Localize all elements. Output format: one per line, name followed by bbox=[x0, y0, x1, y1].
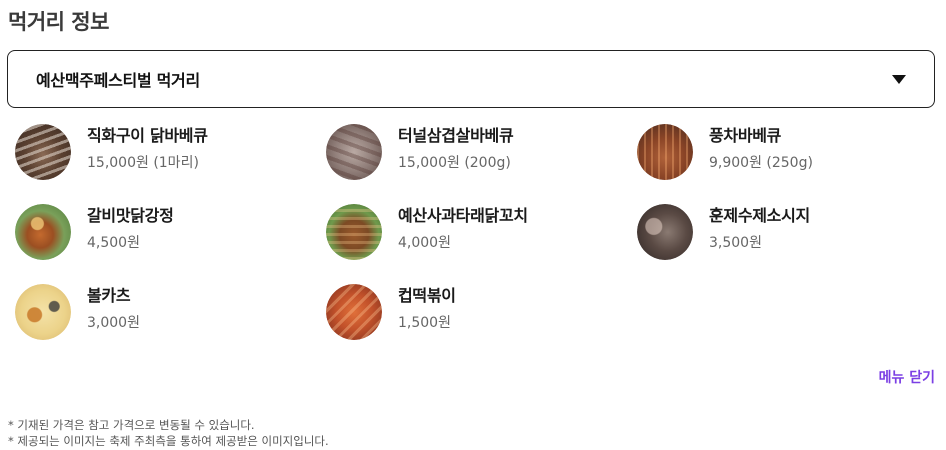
food-name: 예산사과타래닭꼬치 bbox=[398, 206, 528, 225]
food-name: 터널삼겹살바베큐 bbox=[398, 126, 514, 145]
food-thumbnail bbox=[637, 124, 693, 180]
caret-down-icon[interactable] bbox=[892, 74, 906, 84]
food-thumbnail bbox=[15, 284, 71, 340]
close-menu-button[interactable]: 메뉴 닫기 bbox=[879, 367, 935, 387]
food-price: 3,500원 bbox=[709, 235, 762, 251]
section-title: 먹거리 정보 bbox=[8, 10, 109, 34]
footnote: * 기재된 가격은 참고 가격으로 변동될 수 있습니다. bbox=[8, 418, 255, 432]
food-thumbnail bbox=[637, 204, 693, 260]
food-item[interactable]: 볼카츠 3,000원 bbox=[15, 284, 326, 364]
food-item[interactable]: 풍차바베큐 9,900원 (250g) bbox=[637, 124, 935, 204]
food-thumbnail bbox=[326, 204, 382, 260]
food-name: 볼카츠 bbox=[87, 286, 131, 305]
food-item[interactable]: 예산사과타래닭꼬치 4,000원 bbox=[326, 204, 637, 284]
footnote: * 제공되는 이미지는 축제 주최측을 통하여 제공받은 이미지입니다. bbox=[8, 434, 329, 448]
food-price: 15,000원 (1마리) bbox=[87, 155, 199, 171]
food-name: 훈제수제소시지 bbox=[709, 206, 810, 225]
food-item[interactable]: 훈제수제소시지 3,500원 bbox=[637, 204, 935, 284]
food-thumbnail bbox=[326, 284, 382, 340]
select-value: 예산맥주페스티벌 먹거리 bbox=[36, 71, 200, 90]
food-thumbnail bbox=[326, 124, 382, 180]
food-price: 3,000원 bbox=[87, 315, 140, 331]
food-list: 직화구이 닭바베큐 15,000원 (1마리) 터널삼겹살바베큐 15,000원… bbox=[15, 124, 935, 364]
food-name: 갈비맛닭강정 bbox=[87, 206, 174, 225]
food-item[interactable]: 갈비맛닭강정 4,500원 bbox=[15, 204, 326, 284]
food-price: 4,500원 bbox=[87, 235, 140, 251]
footnotes: * 기재된 가격은 참고 가격으로 변동될 수 있습니다. * 제공되는 이미지… bbox=[8, 417, 329, 449]
food-item[interactable]: 컵떡볶이 1,500원 bbox=[326, 284, 637, 364]
food-thumbnail bbox=[15, 124, 71, 180]
food-item[interactable]: 직화구이 닭바베큐 15,000원 (1마리) bbox=[15, 124, 326, 204]
festival-select[interactable]: 예산맥주페스티벌 먹거리 bbox=[7, 50, 935, 108]
food-name: 풍차바베큐 bbox=[709, 126, 782, 145]
food-thumbnail bbox=[15, 204, 71, 260]
food-price: 4,000원 bbox=[398, 235, 451, 251]
food-price: 1,500원 bbox=[398, 315, 451, 331]
food-price: 9,900원 (250g) bbox=[709, 155, 813, 171]
food-name: 직화구이 닭바베큐 bbox=[87, 126, 208, 145]
food-item[interactable]: 터널삼겹살바베큐 15,000원 (200g) bbox=[326, 124, 637, 204]
food-name: 컵떡볶이 bbox=[398, 286, 456, 305]
food-price: 15,000원 (200g) bbox=[398, 155, 511, 171]
